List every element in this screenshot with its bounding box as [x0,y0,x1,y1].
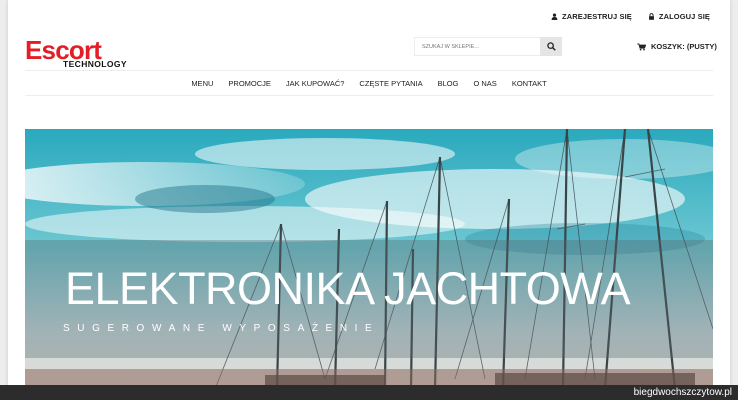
cart-link[interactable]: KOSZYK: (PUSTY) [637,42,717,51]
watermark-bar: biegdwochszczytow.pl [0,385,738,400]
hero-subtitle: SUGEROWANE WYPOSAŻENIE [63,323,380,334]
search-input[interactable] [414,37,540,56]
register-link[interactable]: ZAREJESTRUJ SIĘ [551,12,632,21]
register-label: ZAREJESTRUJ SIĘ [562,12,632,21]
account-links: ZAREJESTRUJ SIĘ ZALOGUJ SIĘ [551,12,710,21]
nav-item-promocje[interactable]: PROMOCJE [228,79,271,88]
hero-banner[interactable]: ELEKTRONIKA JACHTOWA SUGEROWANE WYPOSAŻE… [25,129,713,400]
nav-item-czeste-pytania[interactable]: CZĘSTE PYTANIA [359,79,422,88]
login-label: ZALOGUJ SIĘ [658,12,710,21]
search-button[interactable] [540,37,562,56]
watermark-text: biegdwochszczytow.pl [633,387,732,398]
nav-item-kontakt[interactable]: KONTAKT [512,79,547,88]
escort-technology-logo[interactable]: Escort TECHNOLOGY [25,37,135,69]
search-icon [546,42,556,51]
nav-item-blog[interactable]: BLOG [438,79,459,88]
user-icon [551,13,558,20]
lock-icon [648,13,654,20]
nav-item-o-nas[interactable]: O NAS [473,79,496,88]
nav-item-menu[interactable]: MENU [191,79,213,88]
cart-icon [637,43,646,51]
login-link[interactable]: ZALOGUJ SIĘ [648,12,710,21]
cart-label: KOSZYK: (PUSTY) [651,42,717,51]
page: ZAREJESTRUJ SIĘ ZALOGUJ SIĘ Escort TECHN… [8,0,730,400]
logo-sub-text: TECHNOLOGY [63,59,127,69]
search-form [414,37,564,56]
hero-title: ELEKTRONIKA JACHTOWA [65,263,631,314]
main-nav: MENU PROMOCJE JAK KUPOWAĆ? CZĘSTE PYTANI… [25,70,713,96]
nav-item-jak-kupowac[interactable]: JAK KUPOWAĆ? [286,79,344,88]
